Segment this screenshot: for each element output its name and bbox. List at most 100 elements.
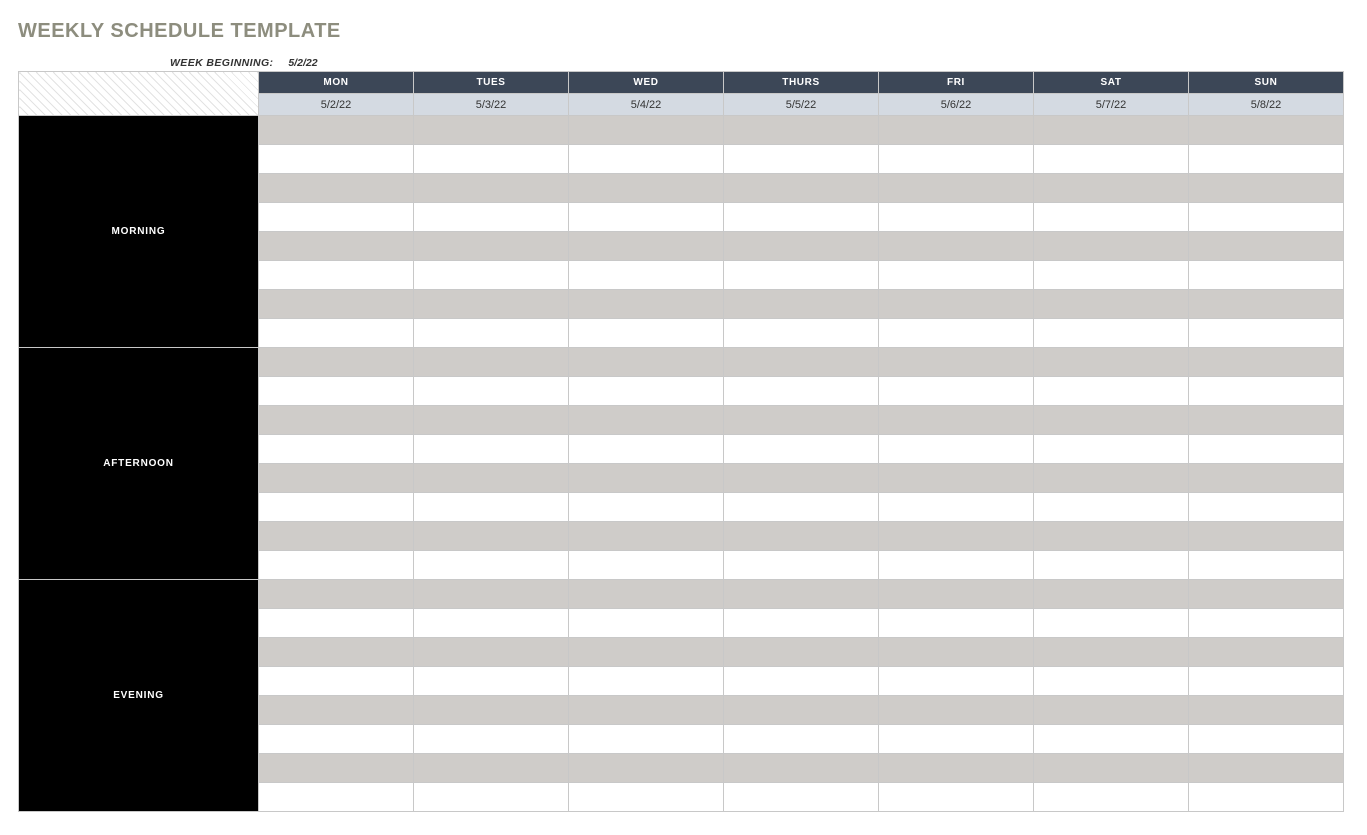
schedule-cell[interactable] — [879, 638, 1034, 667]
schedule-cell[interactable] — [1189, 261, 1344, 290]
schedule-cell[interactable] — [1189, 667, 1344, 696]
schedule-cell[interactable] — [1189, 232, 1344, 261]
schedule-cell[interactable] — [1189, 464, 1344, 493]
schedule-cell[interactable] — [414, 319, 569, 348]
schedule-cell[interactable] — [724, 174, 879, 203]
schedule-cell[interactable] — [259, 145, 414, 174]
schedule-cell[interactable] — [879, 145, 1034, 174]
schedule-cell[interactable] — [724, 319, 879, 348]
schedule-cell[interactable] — [724, 203, 879, 232]
schedule-cell[interactable] — [569, 522, 724, 551]
schedule-cell[interactable] — [414, 145, 569, 174]
schedule-cell[interactable] — [879, 754, 1034, 783]
schedule-cell[interactable] — [879, 725, 1034, 754]
schedule-cell[interactable] — [414, 464, 569, 493]
schedule-cell[interactable] — [414, 406, 569, 435]
schedule-cell[interactable] — [259, 406, 414, 435]
schedule-cell[interactable] — [724, 638, 879, 667]
schedule-cell[interactable] — [414, 261, 569, 290]
schedule-cell[interactable] — [259, 319, 414, 348]
schedule-cell[interactable] — [724, 696, 879, 725]
schedule-cell[interactable] — [1189, 145, 1344, 174]
schedule-cell[interactable] — [1189, 348, 1344, 377]
schedule-cell[interactable] — [1034, 290, 1189, 319]
schedule-cell[interactable] — [1034, 319, 1189, 348]
schedule-cell[interactable] — [879, 696, 1034, 725]
schedule-cell[interactable] — [569, 319, 724, 348]
schedule-cell[interactable] — [1034, 638, 1189, 667]
schedule-cell[interactable] — [414, 348, 569, 377]
schedule-cell[interactable] — [259, 435, 414, 464]
schedule-cell[interactable] — [724, 609, 879, 638]
schedule-cell[interactable] — [414, 696, 569, 725]
schedule-cell[interactable] — [1034, 522, 1189, 551]
schedule-cell[interactable] — [414, 203, 569, 232]
schedule-cell[interactable] — [414, 783, 569, 812]
schedule-cell[interactable] — [569, 145, 724, 174]
schedule-cell[interactable] — [1189, 696, 1344, 725]
schedule-cell[interactable] — [1034, 406, 1189, 435]
schedule-cell[interactable] — [259, 116, 414, 145]
schedule-cell[interactable] — [569, 203, 724, 232]
schedule-cell[interactable] — [1034, 783, 1189, 812]
schedule-cell[interactable] — [569, 348, 724, 377]
schedule-cell[interactable] — [259, 377, 414, 406]
schedule-cell[interactable] — [724, 551, 879, 580]
schedule-cell[interactable] — [259, 203, 414, 232]
schedule-cell[interactable] — [1189, 203, 1344, 232]
schedule-cell[interactable] — [879, 551, 1034, 580]
schedule-cell[interactable] — [259, 609, 414, 638]
schedule-cell[interactable] — [414, 551, 569, 580]
schedule-cell[interactable] — [724, 232, 879, 261]
schedule-cell[interactable] — [569, 609, 724, 638]
schedule-cell[interactable] — [569, 638, 724, 667]
schedule-cell[interactable] — [414, 116, 569, 145]
schedule-cell[interactable] — [724, 580, 879, 609]
schedule-cell[interactable] — [1034, 348, 1189, 377]
schedule-cell[interactable] — [879, 464, 1034, 493]
schedule-cell[interactable] — [569, 435, 724, 464]
schedule-cell[interactable] — [724, 464, 879, 493]
schedule-cell[interactable] — [1189, 290, 1344, 319]
schedule-cell[interactable] — [879, 348, 1034, 377]
schedule-cell[interactable] — [879, 493, 1034, 522]
schedule-cell[interactable] — [1189, 116, 1344, 145]
schedule-cell[interactable] — [724, 377, 879, 406]
schedule-cell[interactable] — [879, 435, 1034, 464]
schedule-cell[interactable] — [259, 174, 414, 203]
schedule-cell[interactable] — [259, 493, 414, 522]
schedule-cell[interactable] — [569, 551, 724, 580]
schedule-cell[interactable] — [414, 174, 569, 203]
schedule-cell[interactable] — [1034, 145, 1189, 174]
schedule-cell[interactable] — [414, 638, 569, 667]
schedule-cell[interactable] — [1034, 580, 1189, 609]
schedule-cell[interactable] — [259, 783, 414, 812]
schedule-cell[interactable] — [259, 754, 414, 783]
schedule-cell[interactable] — [259, 348, 414, 377]
schedule-cell[interactable] — [569, 174, 724, 203]
schedule-cell[interactable] — [1034, 667, 1189, 696]
schedule-cell[interactable] — [724, 290, 879, 319]
schedule-cell[interactable] — [1034, 174, 1189, 203]
schedule-cell[interactable] — [1189, 551, 1344, 580]
schedule-cell[interactable] — [1034, 464, 1189, 493]
schedule-cell[interactable] — [879, 406, 1034, 435]
schedule-cell[interactable] — [1189, 783, 1344, 812]
schedule-cell[interactable] — [259, 667, 414, 696]
schedule-cell[interactable] — [569, 261, 724, 290]
schedule-cell[interactable] — [879, 232, 1034, 261]
schedule-cell[interactable] — [879, 667, 1034, 696]
schedule-cell[interactable] — [724, 435, 879, 464]
schedule-cell[interactable] — [1189, 725, 1344, 754]
schedule-cell[interactable] — [879, 116, 1034, 145]
schedule-cell[interactable] — [724, 348, 879, 377]
schedule-cell[interactable] — [259, 638, 414, 667]
schedule-cell[interactable] — [879, 609, 1034, 638]
schedule-cell[interactable] — [1034, 377, 1189, 406]
schedule-cell[interactable] — [724, 116, 879, 145]
schedule-cell[interactable] — [569, 406, 724, 435]
schedule-cell[interactable] — [724, 754, 879, 783]
schedule-cell[interactable] — [724, 145, 879, 174]
schedule-cell[interactable] — [414, 609, 569, 638]
schedule-cell[interactable] — [414, 522, 569, 551]
